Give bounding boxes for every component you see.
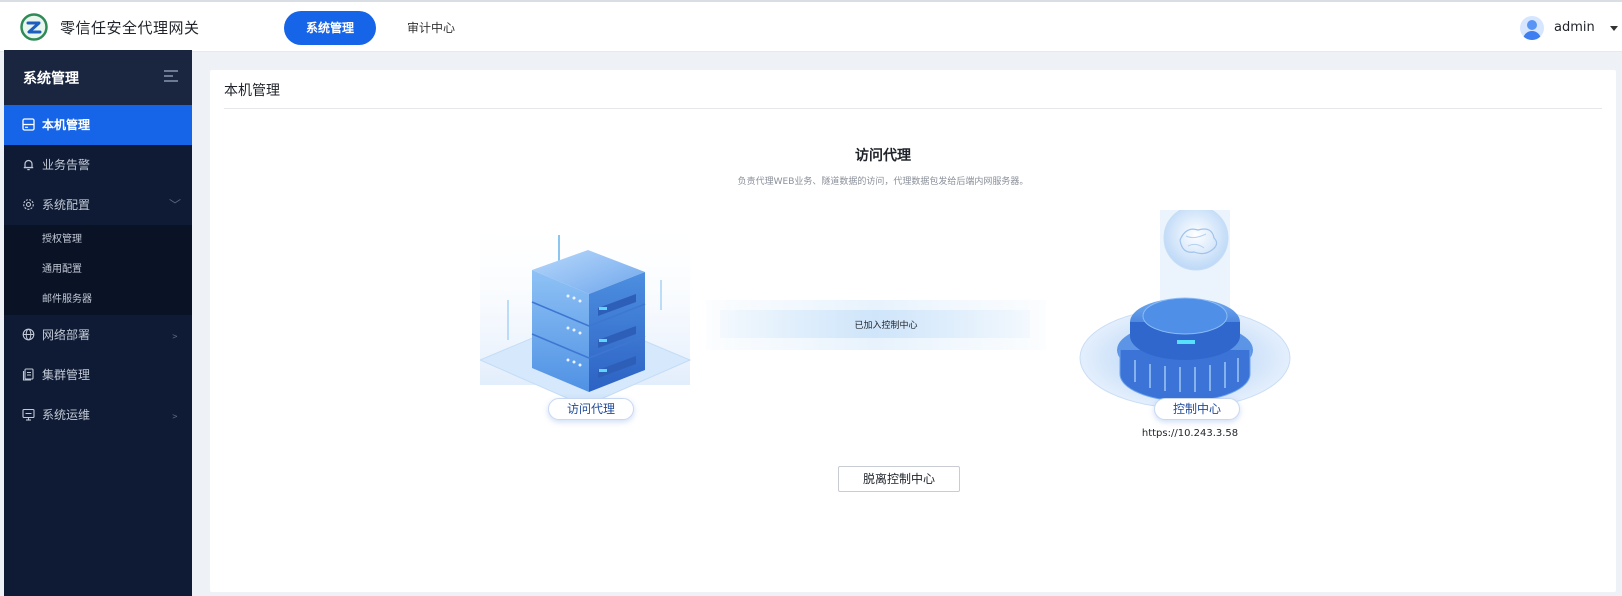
sidebar-submenu: 授权管理 通用配置 邮件服务器 (4, 225, 192, 315)
sidebar-collapse-icon[interactable] (164, 70, 178, 82)
divider (224, 108, 1602, 109)
chevron-down-icon: ﹀ (169, 198, 182, 212)
sidebar: 系统管理 本机管理 业务告警 系统配置 ﹀ 授权管理 通用配置 邮件服务器 网络… (4, 50, 192, 596)
page-title: 本机管理 (224, 83, 280, 99)
section-title: 访问代理 (855, 148, 911, 164)
sidebar-item-label: 集群管理 (42, 368, 91, 382)
sidebar-item-ops[interactable]: 系统运维 ﹥ (4, 395, 192, 435)
sidebar-header: 系统管理 (4, 50, 192, 105)
app-title: 零信任安全代理网关 (60, 19, 200, 37)
sidebar-item-business-alert[interactable]: 业务告警 (4, 145, 192, 185)
main-panel: 本机管理 访问代理 负责代理WEB业务、隧道数据的访问，代理数据包发给后端内网服… (210, 70, 1616, 592)
avatar[interactable] (1520, 16, 1544, 40)
link-status-text: 已加入控制中心 (854, 321, 918, 331)
section-description: 负责代理WEB业务、隧道数据的访问，代理数据包发给后端内网服务器。 (737, 177, 1029, 187)
sidebar-item-local-management[interactable]: 本机管理 (4, 105, 192, 145)
sidebar-item-label: 网络部署 (42, 328, 91, 342)
sidebar-item-cluster[interactable]: 集群管理 (4, 355, 192, 395)
tab-system-management[interactable]: 系统管理 (284, 11, 377, 45)
sidebar-item-label: 业务告警 (42, 158, 91, 172)
sidebar-item-label: 系统运维 (42, 408, 91, 422)
gear-icon (23, 199, 34, 210)
sidebar-subitem-general-config[interactable]: 通用配置 (4, 255, 192, 285)
sidebar-subitem-mail-server[interactable]: 邮件服务器 (4, 285, 192, 315)
sidebar-item-label: 系统配置 (42, 198, 91, 212)
server-icon (22, 118, 35, 131)
sidebar-title: 系统管理 (23, 71, 79, 87)
sidebar-item-system-config[interactable]: 系统配置 ﹀ (4, 185, 192, 225)
globe-icon (22, 328, 35, 341)
sidebar-item-label: 本机管理 (42, 118, 91, 132)
chevron-right-icon: ﹥ (169, 328, 182, 342)
monitor-icon (22, 408, 35, 421)
bell-icon (23, 159, 34, 171)
sidebar-item-network-deploy[interactable]: 网络部署 ﹥ (4, 315, 192, 355)
control-center-url: https://10.243.3.58 (1141, 428, 1239, 439)
app-logo-icon (20, 13, 48, 41)
username[interactable]: admin (1554, 20, 1595, 35)
tab-audit-center[interactable]: 审计中心 (385, 11, 477, 45)
user-menu-caret-icon[interactable] (1610, 26, 1618, 31)
detach-control-center-button[interactable]: 脱离控制中心 (838, 466, 960, 492)
chevron-right-icon: ﹥ (169, 408, 182, 422)
sidebar-subitem-license[interactable]: 授权管理 (4, 225, 192, 255)
proxy-node-label: 访问代理 (548, 398, 635, 420)
cluster-icon (22, 368, 34, 381)
control-center-node-label: 控制中心 (1154, 398, 1241, 420)
top-header: 零信任安全代理网关 系统管理 审计中心 admin (0, 0, 1622, 52)
